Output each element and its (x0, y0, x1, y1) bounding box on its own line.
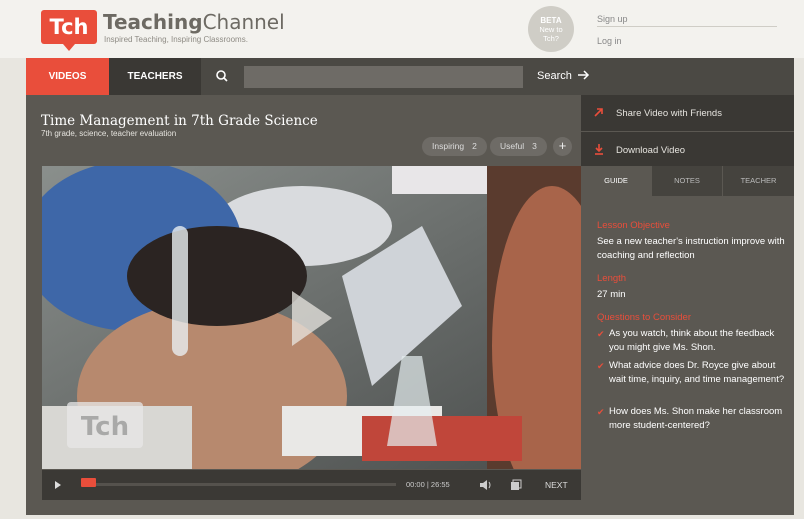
nav-videos[interactable]: VIDEOS (26, 58, 109, 95)
lesson-objective-heading: Lesson Objective (597, 220, 670, 231)
signup-link[interactable]: Sign up (597, 14, 628, 24)
pill-label: Inspiring (432, 141, 465, 151)
progress-scrubber[interactable] (81, 478, 96, 487)
lesson-objective-text: See a new teacher's instruction improve … (597, 236, 785, 261)
search-button[interactable]: Search (537, 58, 590, 95)
logo-text: Tch (49, 15, 89, 39)
tab-guide[interactable]: GUIDE (581, 166, 651, 196)
svg-text:Tch: Tch (81, 412, 129, 442)
progress-track[interactable] (81, 483, 396, 486)
sidebar: Share Video with Friends Download Video … (581, 95, 794, 515)
tab-notes[interactable]: NOTES (652, 166, 722, 196)
question-item: ✔ As you watch, think about the feedback… (597, 327, 787, 355)
nav-teachers[interactable]: TEACHERS (109, 58, 201, 95)
brand-bold: Teaching (103, 10, 203, 34)
length-value: 27 min (597, 289, 626, 300)
add-button[interactable]: + (553, 137, 572, 156)
search-button-label: Search (537, 70, 572, 82)
brand-light: Channel (202, 10, 285, 34)
beta-subtitle: New to Tch? (539, 25, 563, 43)
search-input[interactable] (244, 66, 523, 88)
site-header: Tch TeachingChannel Inspired Teaching, I… (0, 0, 804, 58)
question-text: What advice does Dr. Royce give about wa… (609, 360, 785, 385)
download-label: Download Video (616, 145, 686, 156)
search-icon (216, 70, 228, 82)
share-label: Share Video with Friends (616, 108, 722, 119)
check-icon: ✔ (597, 361, 605, 371)
download-icon (595, 144, 603, 155)
useful-pill[interactable]: Useful 3 (490, 137, 547, 156)
brand-name[interactable]: TeachingChannel (103, 10, 285, 34)
video-title: Time Management in 7th Grade Science (41, 113, 318, 129)
length-heading: Length (597, 273, 627, 284)
time-display: 00:00 | 26:55 (406, 480, 450, 489)
arrow-right-icon (577, 70, 589, 80)
download-video-row[interactable]: Download Video (581, 132, 794, 166)
tab-teacher[interactable]: TEACHER (723, 166, 794, 196)
tagline: Inspired Teaching, Inspiring Classrooms. (104, 35, 248, 44)
main-nav: VIDEOS TEACHERS Search (26, 58, 794, 95)
share-video-row[interactable]: Share Video with Friends (581, 95, 794, 131)
video-tags: 7th grade, science, teacher evaluation (41, 129, 177, 138)
video-player[interactable]: Tch (42, 166, 581, 469)
questions-heading: Questions to Consider (597, 312, 691, 323)
logo[interactable]: Tch (41, 10, 97, 51)
pill-count: 3 (532, 141, 537, 151)
video-controls: 00:00 | 26:55 NEXT (42, 470, 581, 500)
question-item: ✔ How does Ms. Shon make her classroom m… (597, 405, 787, 433)
beta-title: BETA (540, 16, 562, 25)
beta-badge[interactable]: BETA New to Tch? (528, 6, 574, 52)
pill-count: 2 (472, 141, 477, 151)
video-panel: Time Management in 7th Grade Science 7th… (26, 95, 581, 515)
volume-icon[interactable] (479, 479, 493, 491)
question-item: ✔ What advice does Dr. Royce give about … (597, 359, 787, 387)
question-text: As you watch, think about the feedback y… (609, 328, 775, 353)
pill-label: Useful (500, 141, 525, 151)
check-icon: ✔ (597, 407, 605, 417)
divider (597, 26, 777, 27)
share-arrow-icon (594, 108, 603, 117)
fullscreen-icon[interactable] (510, 479, 522, 491)
total-time: 26:55 (430, 480, 450, 489)
login-link[interactable]: Log in (597, 36, 622, 46)
sidebar-tabs: GUIDE NOTES TEACHER (581, 166, 794, 196)
question-text: How does Ms. Shon make her classroom mor… (609, 406, 783, 431)
current-time: 00:00 (406, 480, 425, 489)
next-button[interactable]: NEXT (545, 480, 568, 490)
video-frame: Tch (42, 166, 581, 469)
inspiring-pill[interactable]: Inspiring 2 (422, 137, 487, 156)
tch-watermark: Tch (67, 402, 143, 448)
check-icon: ✔ (597, 329, 605, 339)
play-button-icon[interactable] (54, 480, 62, 490)
